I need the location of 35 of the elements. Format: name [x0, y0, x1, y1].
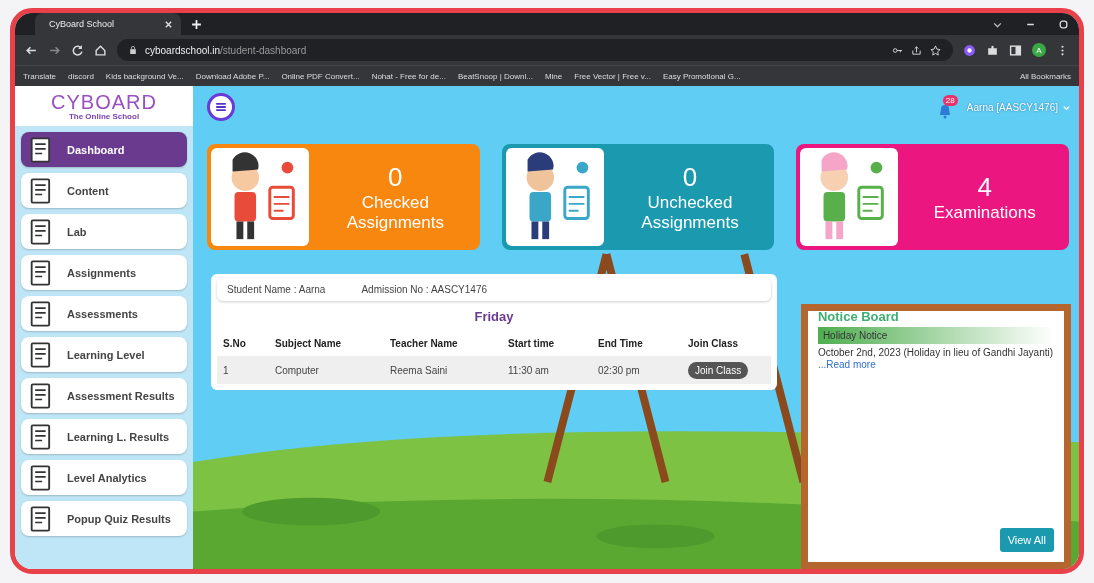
sidebar-item[interactable]: Popup Quiz Results [21, 501, 187, 536]
maximize-icon[interactable] [1058, 18, 1069, 30]
bookmark[interactable]: Online PDF Convert... [281, 71, 360, 81]
lock-icon [129, 45, 137, 55]
close-icon[interactable] [164, 19, 174, 29]
logo-tagline: The Online School [68, 112, 140, 121]
bookmark[interactable]: Download Adobe P... [195, 71, 270, 81]
browser-tab[interactable]: CyBoard School [35, 13, 182, 35]
all-bookmarks[interactable]: All Bookmarks [1019, 71, 1071, 81]
reload-icon[interactable] [71, 43, 84, 57]
sidebar-item[interactable]: Content [21, 173, 187, 208]
sidebar-item[interactable]: Level Analytics [21, 460, 187, 495]
address-bar[interactable]: cyboardschool.in/student-dashboard [117, 39, 953, 61]
bookmark[interactable]: Free Vector | Free v... [574, 71, 651, 81]
bookmark[interactable]: discord [68, 71, 94, 81]
extension-icon[interactable] [963, 43, 976, 57]
bookmark[interactable]: Kids background Ve... [105, 71, 184, 81]
new-tab-icon[interactable] [191, 18, 203, 30]
sidebar-item[interactable]: Dashboard [21, 132, 187, 167]
share-icon[interactable] [911, 44, 922, 56]
star-icon[interactable] [930, 44, 941, 56]
side-panel-icon[interactable] [1009, 43, 1022, 57]
logo[interactable]: CYBOARD [51, 92, 157, 112]
sidebar-item[interactable]: Learning L. Results [21, 419, 187, 454]
sidebar-item[interactable]: Learning Level [21, 337, 187, 372]
home-icon[interactable] [94, 43, 107, 57]
sidebar-item[interactable]: Assessment Results [21, 378, 187, 413]
bookmark[interactable]: Nohat - Free for de... [371, 71, 446, 81]
bookmark[interactable]: BeatSnoop | Downl... [457, 71, 533, 81]
sidebar-item[interactable]: Assignments [21, 255, 187, 290]
bookmark[interactable]: Easy Promotional G... [662, 71, 741, 81]
bookmark[interactable]: Translate [23, 71, 57, 81]
sidebar-item[interactable]: Lab [21, 214, 187, 249]
sidebar-item[interactable]: Assessments [21, 296, 187, 331]
bookmark[interactable]: Mine [544, 71, 563, 81]
